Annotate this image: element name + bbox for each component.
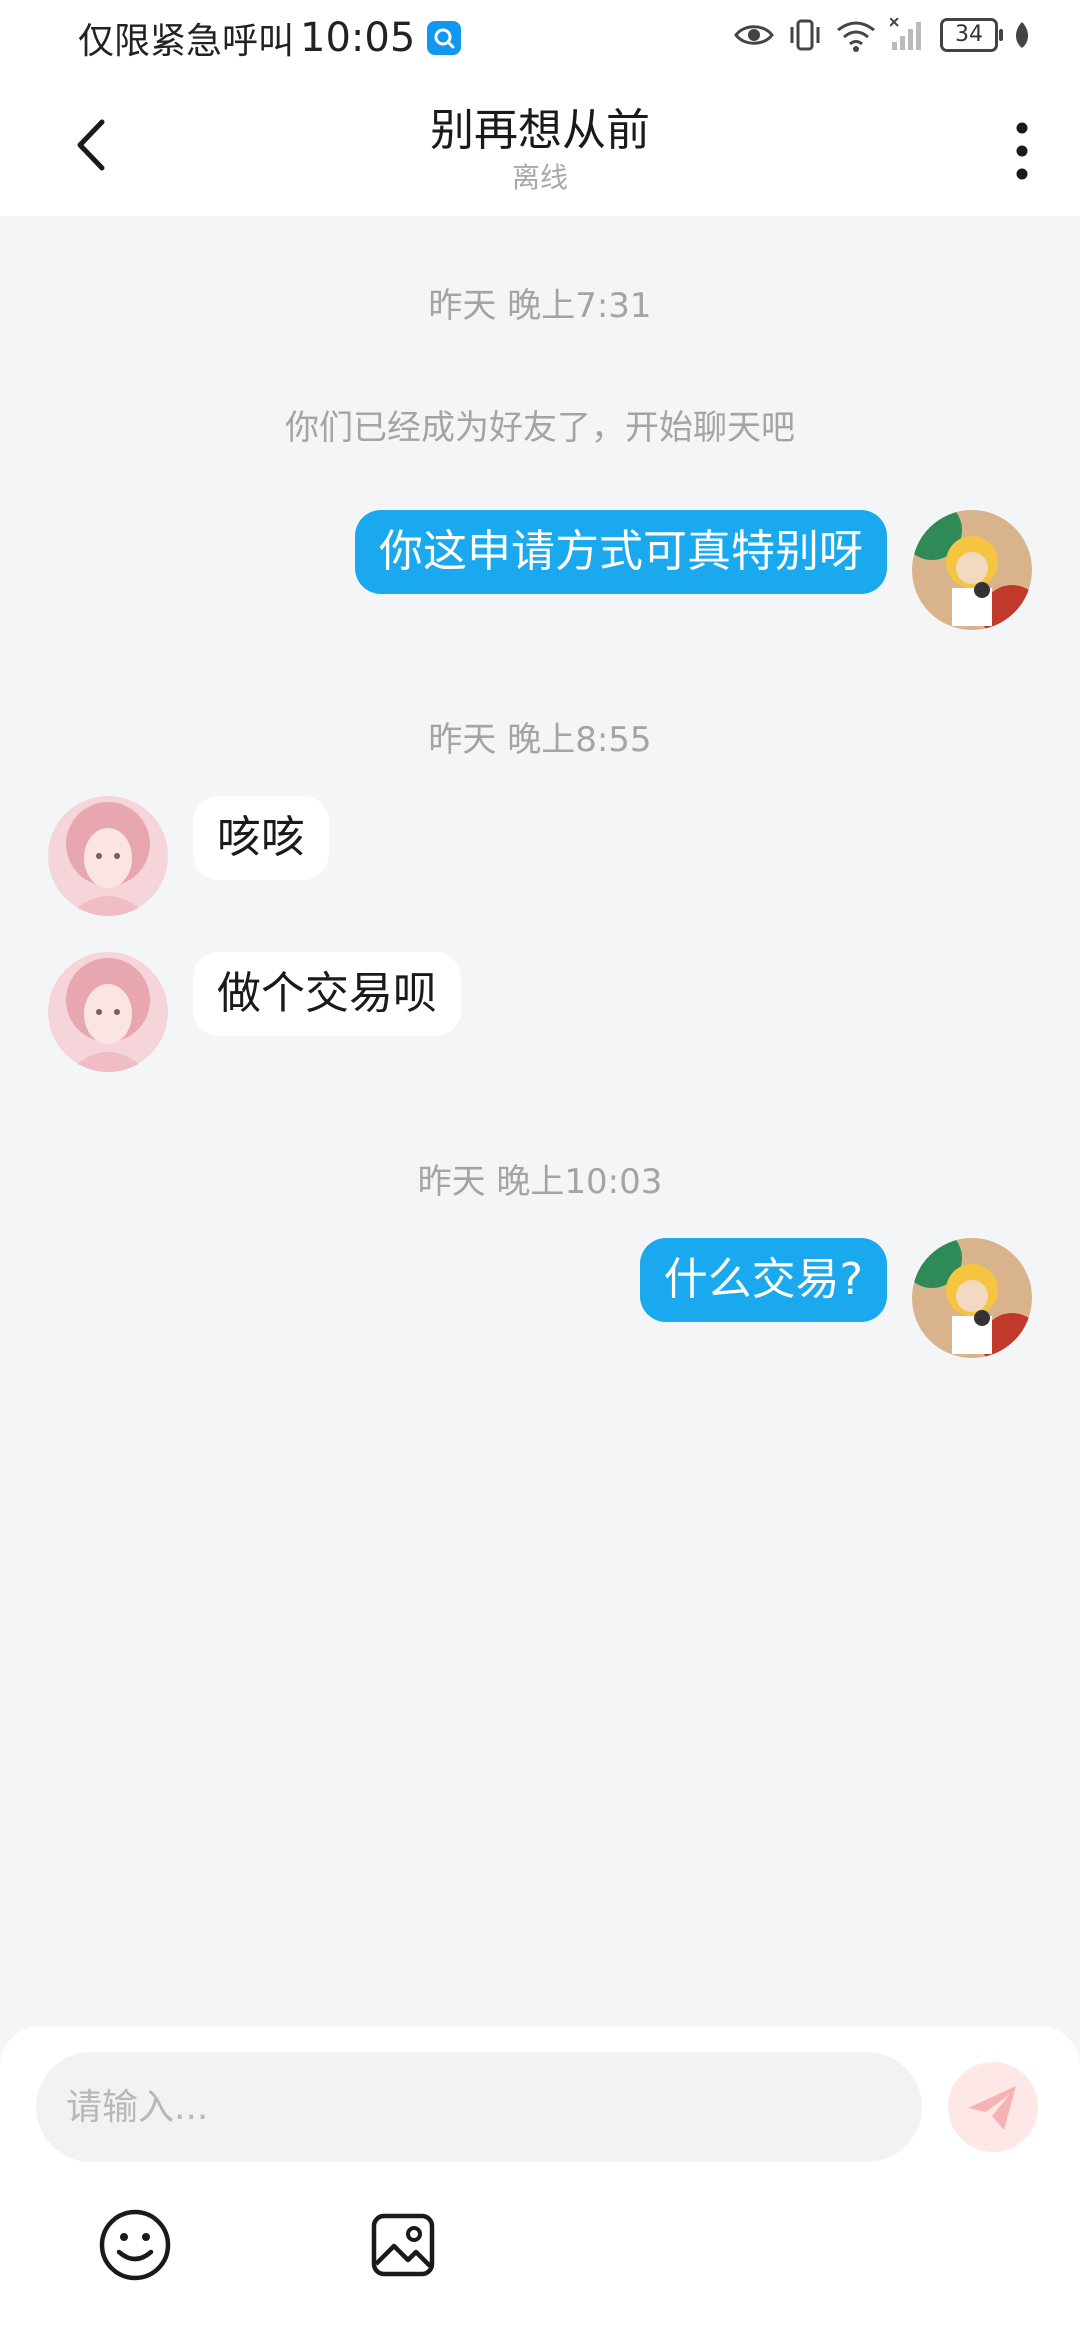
smiley-icon[interactable]: [98, 2208, 172, 2282]
contact-avatar[interactable]: [48, 796, 168, 916]
contact-status: 离线: [511, 161, 568, 194]
wifi-icon: [837, 21, 875, 52]
my-avatar[interactable]: [912, 510, 1032, 630]
eye-icon: [734, 25, 774, 45]
message-list[interactable]: 昨天 晚上7:31 你们已经成为好友了，开始聊天吧 你这申请方式可真特别呀 昨天…: [0, 216, 1080, 2026]
image-icon[interactable]: [370, 2208, 436, 2282]
leaf-icon: [1016, 22, 1028, 48]
vibrate-icon: [790, 19, 820, 51]
timestamp: 昨天 晚上8:55: [428, 720, 652, 760]
status-left: 仅限紧急呼叫 10:05: [78, 12, 462, 64]
status-time: 10:05: [300, 15, 416, 61]
qq-notification-icon: [427, 21, 462, 55]
signal-icon: [890, 18, 921, 50]
contact-name: 别再想从前: [430, 105, 650, 156]
outgoing-message[interactable]: 什么交易?: [639, 1238, 887, 1322]
timestamp: 昨天 晚上10:03: [417, 1162, 663, 1202]
battery-indicator: 34: [940, 18, 1003, 52]
incoming-message[interactable]: 咳咳: [193, 796, 329, 880]
system-message: 你们已经成为好友了，开始聊天吧: [285, 408, 795, 448]
timestamp: 昨天 晚上7:31: [428, 286, 652, 326]
outgoing-message[interactable]: 你这申请方式可真特别呀: [355, 510, 887, 594]
chat-header: 别再想从前 离线: [0, 72, 1080, 216]
status-bar: 仅限紧急呼叫 10:05 34: [0, 0, 1080, 72]
message-input[interactable]: [36, 2052, 922, 2162]
composer: [0, 2026, 1080, 2340]
status-icons: 34: [734, 18, 1032, 52]
carrier-text: 仅限紧急呼叫: [78, 21, 295, 62]
more-vertical-icon[interactable]: [1002, 116, 1042, 186]
incoming-message[interactable]: 做个交易呗: [193, 952, 461, 1036]
send-button[interactable]: [948, 2062, 1038, 2152]
contact-avatar[interactable]: [48, 952, 168, 1072]
my-avatar[interactable]: [912, 1238, 1032, 1358]
paper-plane-icon: [968, 2086, 1016, 2130]
